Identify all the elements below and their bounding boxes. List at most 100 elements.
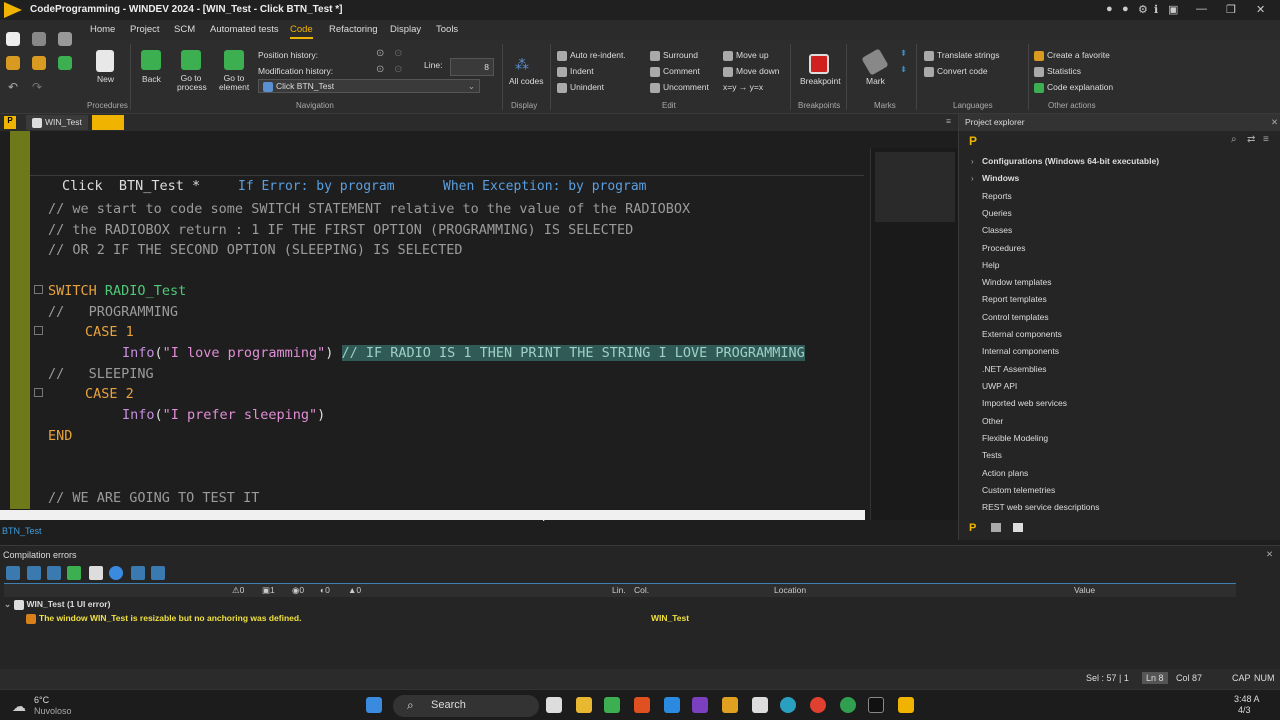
paint-icon[interactable]	[722, 697, 738, 713]
col-header-col[interactable]: Col.	[634, 585, 649, 595]
count-errors[interactable]: ⚠0	[232, 585, 244, 596]
col-header-value[interactable]: Value	[1074, 585, 1095, 595]
horizontal-scrollbar[interactable]	[0, 510, 865, 520]
mod-back-icon[interactable]: ⊙	[376, 64, 384, 75]
security-icon[interactable]	[752, 697, 768, 713]
uncomment-button[interactable]: Uncomment	[650, 82, 709, 93]
col-header-lin[interactable]: Lin.	[612, 585, 626, 595]
minimize-icon[interactable]: —	[1196, 3, 1207, 15]
task-view-icon[interactable]	[546, 697, 562, 713]
go-to-process-icon[interactable]	[181, 50, 201, 70]
explorer-item[interactable]: REST web service descriptions	[982, 502, 1099, 512]
col-header-location[interactable]: Location	[774, 585, 806, 595]
gear-icon[interactable]	[6, 56, 20, 70]
prev-mark-icon[interactable]: ⇟	[900, 64, 907, 75]
chrome-icon[interactable]	[810, 697, 826, 713]
tab-automated-tests[interactable]: Automated tests	[210, 24, 279, 35]
vscode-icon[interactable]	[664, 697, 680, 713]
expand-icon[interactable]: ›	[971, 174, 974, 183]
mod-forward-icon[interactable]: ⊙	[394, 64, 402, 75]
list-icon[interactable]	[1013, 523, 1023, 532]
explorer-item-windows[interactable]: Windows	[982, 173, 1019, 183]
visual-studio-icon[interactable]	[692, 697, 708, 713]
save-icon[interactable]	[58, 32, 72, 46]
exception-mode[interactable]: When Exception: by program	[443, 179, 647, 194]
tab-code-editor[interactable]	[92, 115, 124, 130]
tab-display[interactable]: Display	[390, 24, 421, 35]
explorer-item-configurations[interactable]: Configurations (Windows 64-bit executabl…	[982, 156, 1159, 166]
explorer-item[interactable]: Flexible Modeling	[982, 433, 1048, 443]
navigation-dropdown[interactable]: Click BTN_Test ⌄	[258, 79, 480, 93]
swap-button[interactable]: x=y → y=x	[723, 82, 763, 92]
menu-icon[interactable]: ≡	[1263, 134, 1269, 145]
structure-icon[interactable]	[991, 523, 1001, 532]
convert-code-button[interactable]: Convert code	[924, 66, 988, 77]
project-icon[interactable]: P	[4, 116, 16, 129]
redo-icon[interactable]: ↷	[32, 80, 42, 94]
tab-scm[interactable]: SCM	[174, 24, 195, 35]
error-mode[interactable]: If Error: by program	[238, 179, 395, 194]
fold-toggle[interactable]	[34, 326, 43, 335]
count-warnings[interactable]: ▲0	[348, 585, 361, 595]
close-icon[interactable]: ✕	[1256, 3, 1265, 16]
go-to-process-button[interactable]: Go to process	[177, 74, 207, 92]
explorer-item[interactable]: Queries	[982, 208, 1012, 218]
code-explanation-button[interactable]: Code explanation	[1034, 82, 1113, 93]
error-group-row[interactable]: ⌄ WIN_Test (1 UI error)	[4, 599, 110, 610]
clock-time[interactable]: 3:48 A	[1234, 694, 1260, 704]
surround-button[interactable]: Surround	[650, 50, 698, 61]
file-explorer-icon[interactable]	[576, 697, 592, 713]
maximize-icon[interactable]: ❐	[1226, 3, 1236, 16]
refresh-icon[interactable]	[47, 566, 61, 580]
start-button-icon[interactable]	[366, 697, 382, 713]
statistics-button[interactable]: Statistics	[1034, 66, 1081, 77]
line-input[interactable]: 8	[450, 58, 494, 76]
unindent-button[interactable]: Unindent	[557, 82, 604, 93]
move-down-button[interactable]: Move down	[723, 66, 779, 77]
clock-date[interactable]: 4/3	[1238, 705, 1251, 715]
sort-icon[interactable]: ⇄	[1247, 134, 1255, 145]
breakpoint-button[interactable]: Breakpoint	[800, 76, 841, 86]
explorer-item[interactable]: Internal components	[982, 346, 1059, 356]
tab-list-icon[interactable]: ≡	[946, 116, 951, 126]
translate-strings-button[interactable]: Translate strings	[924, 50, 1000, 61]
count-ui[interactable]: ▣1	[262, 585, 275, 596]
next-mark-icon[interactable]: ⇞	[900, 48, 907, 59]
current-control-name[interactable]: BTN_Test	[2, 526, 42, 536]
search-icon[interactable]: ⌕	[1231, 134, 1237, 145]
code-editor[interactable]: Click BTN_Test * If Error: by program Wh…	[0, 131, 870, 531]
explorer-item[interactable]: Tests	[982, 450, 1002, 460]
tab-win-test[interactable]: WIN_Test	[26, 115, 88, 130]
notepad-icon[interactable]	[604, 697, 620, 713]
pane-close-icon[interactable]: ✕	[1266, 549, 1273, 560]
help-icon[interactable]: ●	[1122, 3, 1129, 15]
expand-icon[interactable]: ›	[971, 157, 974, 166]
back-icon[interactable]	[141, 50, 161, 70]
tab-tools[interactable]: Tools	[436, 24, 458, 35]
count-optim[interactable]: ◐0	[320, 585, 330, 595]
mark-button[interactable]: Mark	[866, 76, 885, 86]
fold-toggle[interactable]	[34, 285, 43, 294]
new-button[interactable]: New	[97, 74, 114, 84]
fold-toggle[interactable]	[34, 388, 43, 397]
project-pane-icon[interactable]: P	[969, 522, 976, 534]
explorer-item[interactable]: Other	[982, 416, 1003, 426]
warning-icon[interactable]	[89, 566, 103, 580]
error-location[interactable]: WIN_Test	[651, 613, 689, 623]
settings-icon[interactable]: ⚙	[1138, 3, 1148, 16]
new-file-icon[interactable]	[6, 32, 20, 46]
code-minimap[interactable]	[870, 148, 958, 520]
back-button[interactable]: Back	[142, 74, 161, 84]
explorer-item[interactable]: Custom telemetries	[982, 485, 1055, 495]
notion-icon[interactable]	[868, 697, 884, 713]
explorer-item[interactable]: Classes	[982, 225, 1012, 235]
explorer-item[interactable]: Action plans	[982, 468, 1028, 478]
explorer-item[interactable]: Report templates	[982, 294, 1047, 304]
mark-icon[interactable]	[861, 48, 889, 76]
tree-icon[interactable]	[151, 566, 165, 580]
tab-home[interactable]: Home	[90, 24, 115, 35]
all-codes-icon[interactable]: ⁂	[515, 56, 535, 74]
windev-taskbar-icon[interactable]	[898, 697, 914, 713]
go-to-element-icon[interactable]	[224, 50, 244, 70]
explorer-item[interactable]: Control templates	[982, 312, 1049, 322]
